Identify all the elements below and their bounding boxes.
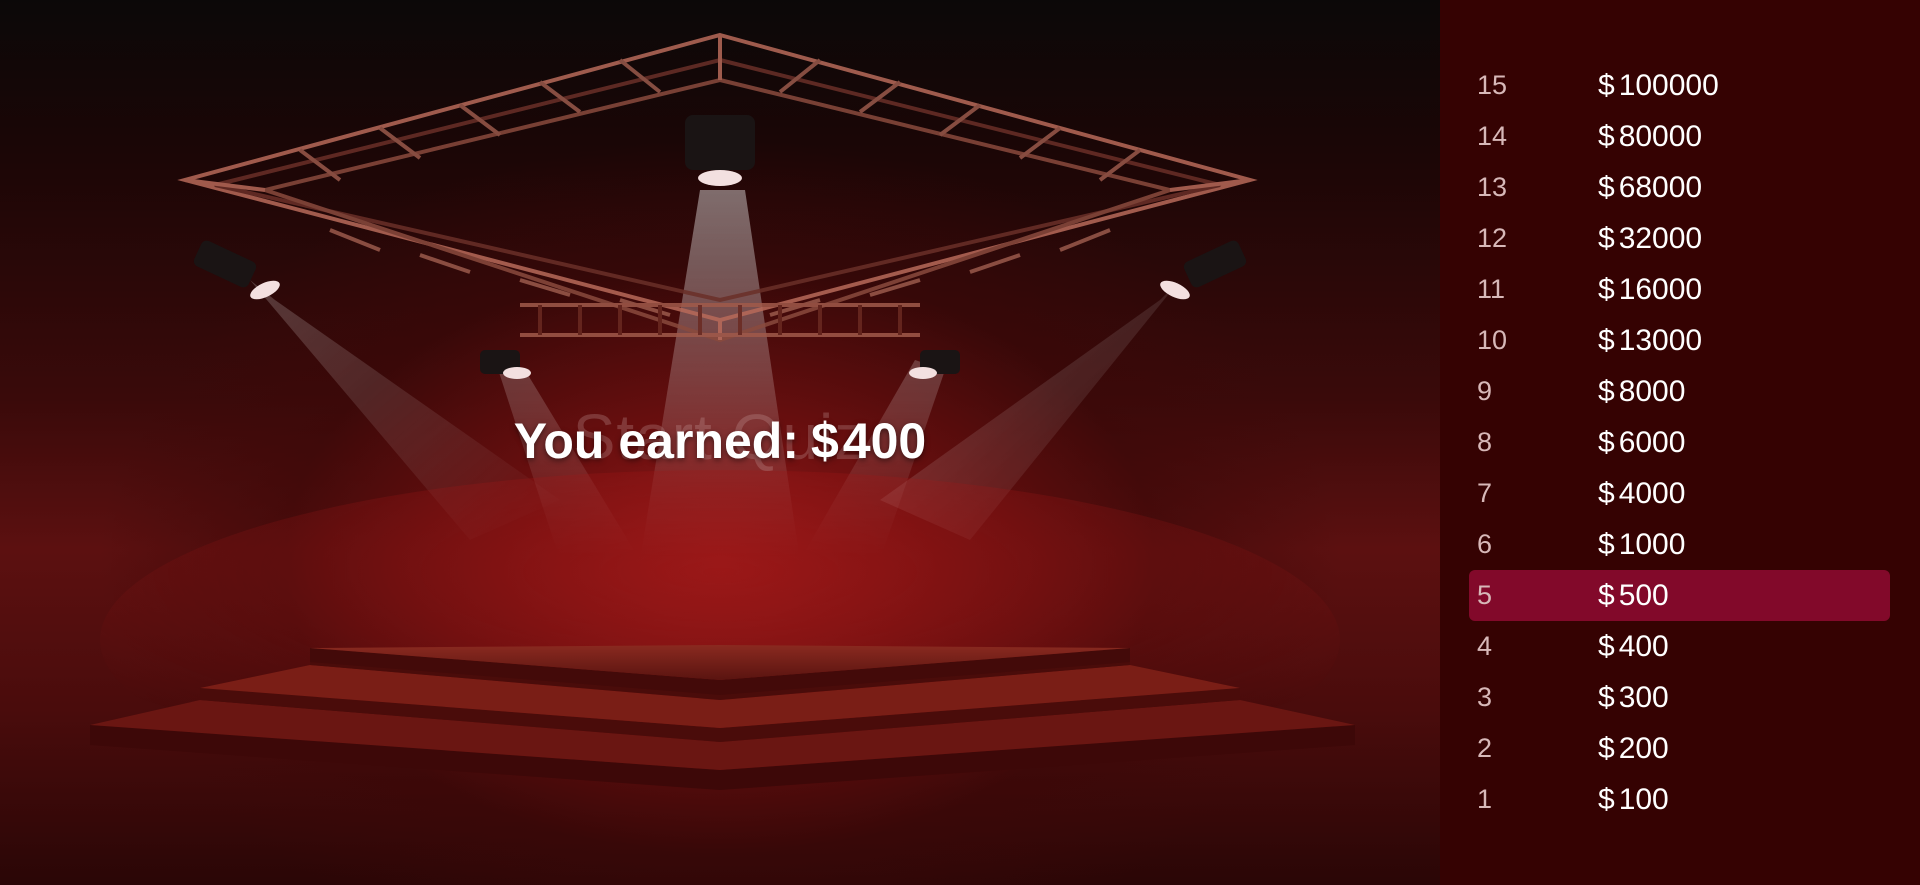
prize-level-number: 13 xyxy=(1477,172,1508,202)
prize-ladder-row: 15 $100000 xyxy=(1469,60,1890,111)
prize-amount: $500 xyxy=(1598,579,1669,613)
prize-level-number: 14 xyxy=(1477,121,1508,151)
prize-ladder-row: 12 $32000 xyxy=(1469,213,1890,264)
prize-ladder-row: 9 $8000 xyxy=(1469,366,1890,417)
prize-amount: $100 xyxy=(1598,783,1669,817)
prize-value: 68000 xyxy=(1618,170,1703,204)
prize-amount: $68000 xyxy=(1598,171,1702,205)
prize-ladder-row: 6 $1000 xyxy=(1469,519,1890,570)
prize-value: 1000 xyxy=(1618,527,1686,561)
prize-ladder-row: 3 $300 xyxy=(1469,672,1890,723)
prize-amount: $8000 xyxy=(1598,375,1685,409)
prize-value: 100000 xyxy=(1618,68,1719,102)
prize-currency: $ xyxy=(1598,527,1615,561)
prize-currency: $ xyxy=(1598,680,1615,714)
prize-amount: $80000 xyxy=(1598,120,1702,154)
prize-ladder-row: 14 $80000 xyxy=(1469,111,1890,162)
prize-ladder-row: 13 $68000 xyxy=(1469,162,1890,213)
game-screen: Start Quiz You earned: $400 15 $100000 14 $8… xyxy=(0,0,1920,885)
prize-level-number: 8 xyxy=(1477,427,1493,457)
prize-currency: $ xyxy=(1598,629,1615,663)
prize-level-number: 5 xyxy=(1477,580,1493,610)
prize-value: 32000 xyxy=(1618,221,1703,255)
prize-value: 13000 xyxy=(1618,323,1703,357)
earned-label: You earned: xyxy=(513,413,799,469)
prize-currency: $ xyxy=(1598,170,1615,204)
prize-amount: $16000 xyxy=(1598,273,1702,307)
prize-level-number: 6 xyxy=(1477,529,1493,559)
prize-currency: $ xyxy=(1598,68,1615,102)
prize-level-number: 11 xyxy=(1477,274,1506,304)
prize-value: 500 xyxy=(1618,578,1669,612)
prize-level-number: 9 xyxy=(1477,376,1493,406)
money-pyramid: 15 $100000 14 $80000 13 $68000 12 $32000 11 $1600… xyxy=(1440,0,1920,885)
prize-ladder-row: 10 $13000 xyxy=(1469,315,1890,366)
prize-currency: $ xyxy=(1598,731,1615,765)
prize-ladder-row: 1 $100 xyxy=(1469,774,1890,825)
prize-currency: $ xyxy=(1598,782,1615,816)
prize-value: 300 xyxy=(1618,680,1669,714)
prize-amount: $13000 xyxy=(1598,324,1702,358)
prize-amount: $32000 xyxy=(1598,222,1702,256)
prize-level-number: 4 xyxy=(1477,631,1493,661)
prize-currency: $ xyxy=(1598,374,1615,408)
prize-ladder-row: 7 $4000 xyxy=(1469,468,1890,519)
stage-area: Start Quiz You earned: $400 xyxy=(0,0,1440,885)
prize-amount: $4000 xyxy=(1598,477,1685,511)
prize-amount: $200 xyxy=(1598,732,1669,766)
prize-value: 16000 xyxy=(1618,272,1703,306)
prize-value: 80000 xyxy=(1618,119,1703,153)
earned-amount: $400 xyxy=(811,413,926,469)
prize-level-number: 15 xyxy=(1477,70,1508,100)
prize-currency: $ xyxy=(1598,119,1615,153)
earned-currency: $ xyxy=(810,413,839,469)
prize-amount: $100000 xyxy=(1598,69,1719,103)
prize-currency: $ xyxy=(1598,425,1615,459)
prize-value: 100 xyxy=(1618,782,1669,816)
prize-level-number: 12 xyxy=(1477,223,1508,253)
prize-level-number: 10 xyxy=(1477,325,1508,355)
earned-value: 400 xyxy=(842,413,927,469)
prize-amount: $300 xyxy=(1598,681,1669,715)
prize-value: 200 xyxy=(1618,731,1669,765)
prize-level-number: 1 xyxy=(1477,784,1493,814)
prize-ladder-row: 11 $16000 xyxy=(1469,264,1890,315)
prize-currency: $ xyxy=(1598,272,1615,306)
prize-ladder-row: 2 $200 xyxy=(1469,723,1890,774)
prize-level-number: 2 xyxy=(1477,733,1493,763)
prize-ladder-row: 4 $400 xyxy=(1469,621,1890,672)
prize-currency: $ xyxy=(1598,221,1615,255)
prize-amount: $1000 xyxy=(1598,528,1685,562)
prize-level-number: 3 xyxy=(1477,682,1493,712)
prize-level-number: 7 xyxy=(1477,478,1493,508)
prize-ladder-row: 8 $6000 xyxy=(1469,417,1890,468)
prize-ladder: 15 $100000 14 $80000 13 $68000 12 $32000 11 $1600… xyxy=(1440,60,1920,825)
prize-value: 6000 xyxy=(1618,425,1686,459)
prize-currency: $ xyxy=(1598,476,1615,510)
prize-amount: $6000 xyxy=(1598,426,1685,460)
prize-value: 4000 xyxy=(1618,476,1686,510)
prize-currency: $ xyxy=(1598,578,1615,612)
prize-ladder-row-active: 5 $500 xyxy=(1469,570,1890,621)
prize-value: 8000 xyxy=(1618,374,1686,408)
prize-value: 400 xyxy=(1618,629,1669,663)
prize-currency: $ xyxy=(1598,323,1615,357)
earned-display: You earned: $400 xyxy=(0,412,1440,470)
prize-amount: $400 xyxy=(1598,630,1669,664)
